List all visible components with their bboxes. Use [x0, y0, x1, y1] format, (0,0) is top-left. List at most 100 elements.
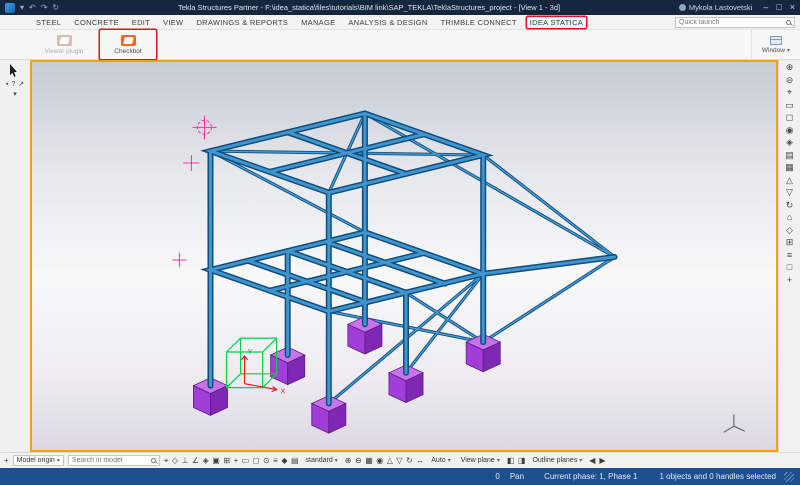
left-toolbar-icon[interactable]: ▾ [13, 91, 17, 98]
resize-grip[interactable] [784, 472, 794, 482]
side-toolbar-icon[interactable]: ▤ [785, 151, 794, 160]
prev-arrow-icon[interactable]: ◀ [589, 457, 595, 465]
selection-switches-group: ⊕⊖▦◉ △▽ ↻↔ [345, 457, 424, 465]
model-origin-dropdown[interactable]: Model origin ▾ [13, 455, 64, 466]
bottom-toolbar-icon[interactable]: ⊙ [263, 457, 270, 465]
quick-launch-input[interactable] [679, 19, 784, 26]
undo-icon[interactable]: ↶ [29, 4, 36, 12]
menu-tab-view[interactable]: VIEW [163, 18, 183, 27]
bottom-toolbar-icon[interactable]: ⊕ [345, 457, 352, 465]
selection-filter-dropdown[interactable]: standard ▾ [303, 455, 341, 466]
avatar [679, 4, 686, 11]
left-toolbar: ▪?↗▾ [0, 60, 30, 452]
bottom-toolbar-icon[interactable]: ↻ [406, 457, 413, 465]
close-button[interactable]: × [790, 3, 795, 12]
titlebar-menu-icon[interactable]: ▾ [20, 4, 24, 12]
bottom-toolbar-icon[interactable]: + [234, 457, 239, 465]
model-search-input[interactable] [72, 457, 149, 464]
model-search-box[interactable] [68, 455, 160, 466]
window-title: Tekla Structures Partner - F:\idea_stati… [64, 3, 674, 12]
side-toolbar-icon[interactable]: ⊞ [786, 238, 794, 247]
bottom-toolbar-icon[interactable]: ⊖ [355, 457, 362, 465]
menu-tab-concrete[interactable]: CONCRETE [74, 18, 119, 27]
menu-tab-trimble-connect[interactable]: TRIMBLE CONNECT [441, 18, 517, 27]
minimize-button[interactable]: – [763, 3, 768, 12]
bottom-toolbar-icon[interactable]: ▦ [365, 457, 373, 465]
quick-launch-box[interactable] [675, 17, 795, 28]
bottom-toolbar-icon[interactable]: ⌖ [164, 457, 169, 465]
selection-status-text: 1 objects and 0 handles selected [659, 472, 776, 481]
bottom-toolbar-icon[interactable]: ◈ [203, 457, 209, 465]
search-icon [786, 20, 791, 25]
side-toolbar-icon[interactable]: ◉ [786, 126, 794, 135]
bottom-toolbar-icon[interactable]: ▣ [212, 457, 220, 465]
checkbot-icon [121, 35, 136, 46]
snap-switches-group: ⌖◇ ⊥∠ ◈▣⊞ +▭◻⊙≡◆ ▤ [164, 457, 299, 465]
side-toolbar-icon[interactable]: □ [787, 263, 792, 272]
menu-bar: STEEL CONCRETE EDIT VIEW DRAWINGS & REPORTS M… [0, 15, 800, 30]
left-toolbar-icon[interactable]: ↗ [18, 81, 24, 88]
checkbot-button[interactable]: Checkbot [100, 30, 156, 59]
plane-switches-group: ◧◨ [507, 457, 526, 465]
menu-tab-idea-statica[interactable]: IDEA STATICA [527, 17, 586, 28]
user-account[interactable]: Mykola Lastovetski [679, 3, 752, 12]
bottom-toolbar-icon[interactable]: ▭ [242, 457, 250, 465]
left-toolbar-icon[interactable]: ? [11, 81, 15, 88]
maximize-button[interactable]: □ [776, 3, 781, 12]
menu-tab-manage[interactable]: MANAGE [301, 18, 335, 27]
snap-origin-icon[interactable]: + [4, 457, 9, 465]
side-toolbar-icon[interactable]: ▭ [785, 101, 794, 110]
bottom-toolbar-icon[interactable]: ◉ [376, 457, 383, 465]
bottom-toolbar-icon[interactable]: ∠ [192, 457, 199, 465]
viewer-plugin-button[interactable]: Viewer plugin [36, 30, 92, 59]
window-panel-button[interactable]: Window▾ [762, 36, 790, 54]
side-toolbar-icon[interactable]: △ [786, 176, 793, 185]
bottom-toolbar: + Model origin ▾ ⌖◇⊥∠◈▣⊞+▭◻⊙≡◆▤ standard… [0, 452, 800, 468]
menu-tab-analysis-design[interactable]: ANALYSIS & DESIGN [348, 18, 427, 27]
redo-icon[interactable]: ↷ [41, 4, 48, 12]
selection-filter-label: standard [306, 457, 333, 464]
bottom-toolbar-icon[interactable]: ◇ [172, 457, 178, 465]
tekla-logo-icon [5, 3, 15, 13]
auto-label: Auto [431, 457, 445, 464]
bottom-toolbar-icon[interactable]: ⊞ [223, 457, 230, 465]
ribbon: Viewer plugin Checkbot Window▾ [0, 30, 800, 60]
select-cursor-icon[interactable] [10, 64, 20, 77]
side-toolbar-icon[interactable]: ◇ [786, 226, 793, 235]
model-origin-label: Model origin [17, 457, 55, 464]
side-toolbar-icon[interactable]: ▽ [786, 188, 793, 197]
side-toolbar-icon[interactable]: ⌖ [787, 88, 792, 97]
outline-planes-dropdown[interactable]: Outline planes ▾ [529, 455, 585, 466]
viewport-3d[interactable]: X Y [30, 60, 778, 452]
bottom-toolbar-icon[interactable]: ≡ [273, 457, 278, 465]
refresh-icon[interactable]: ↻ [52, 4, 59, 12]
side-toolbar-icon[interactable]: ◈ [786, 138, 793, 147]
side-toolbar-icon[interactable]: ⊖ [786, 76, 794, 85]
bottom-toolbar-icon[interactable]: ▤ [291, 457, 299, 465]
window-panel-label: Window [762, 47, 785, 54]
bottom-toolbar-icon[interactable]: ↔ [416, 457, 424, 465]
side-toolbar-icon[interactable]: ▦ [785, 163, 794, 172]
menu-tab-steel[interactable]: STEEL [36, 18, 61, 27]
workspace: ▪?↗▾ [0, 60, 800, 452]
bottom-toolbar-icon[interactable]: ◻ [253, 457, 260, 465]
next-arrow-icon[interactable]: ▶ [599, 457, 605, 465]
menu-tab-drawings-reports[interactable]: DRAWINGS & REPORTS [196, 18, 288, 27]
side-toolbar-icon[interactable]: ◻ [786, 113, 793, 122]
bottom-toolbar-icon[interactable]: ⊥ [182, 457, 189, 465]
bottom-toolbar-icon[interactable]: △ [387, 457, 393, 465]
side-toolbar-icon[interactable]: ↻ [786, 201, 794, 210]
left-toolbar-icon[interactable]: ▪ [6, 81, 8, 88]
bottom-toolbar-icon[interactable]: ◨ [518, 457, 526, 465]
side-toolbar-icon[interactable]: ≡ [787, 251, 792, 260]
side-toolbar-icon[interactable]: ⌂ [787, 213, 792, 222]
side-toolbar-icon[interactable]: ⊕ [786, 63, 794, 72]
bottom-toolbar-icon[interactable]: ◆ [281, 457, 287, 465]
bottom-toolbar-icon[interactable]: ◧ [507, 457, 515, 465]
bottom-toolbar-icon[interactable]: ▽ [396, 457, 402, 465]
view-plane-dropdown[interactable]: View plane ▾ [458, 455, 503, 466]
side-toolbar-icon[interactable]: + [787, 276, 792, 285]
user-name: Mykola Lastovetski [689, 3, 752, 12]
menu-tab-edit[interactable]: EDIT [132, 18, 150, 27]
auto-dropdown[interactable]: Auto ▾ [428, 455, 453, 466]
